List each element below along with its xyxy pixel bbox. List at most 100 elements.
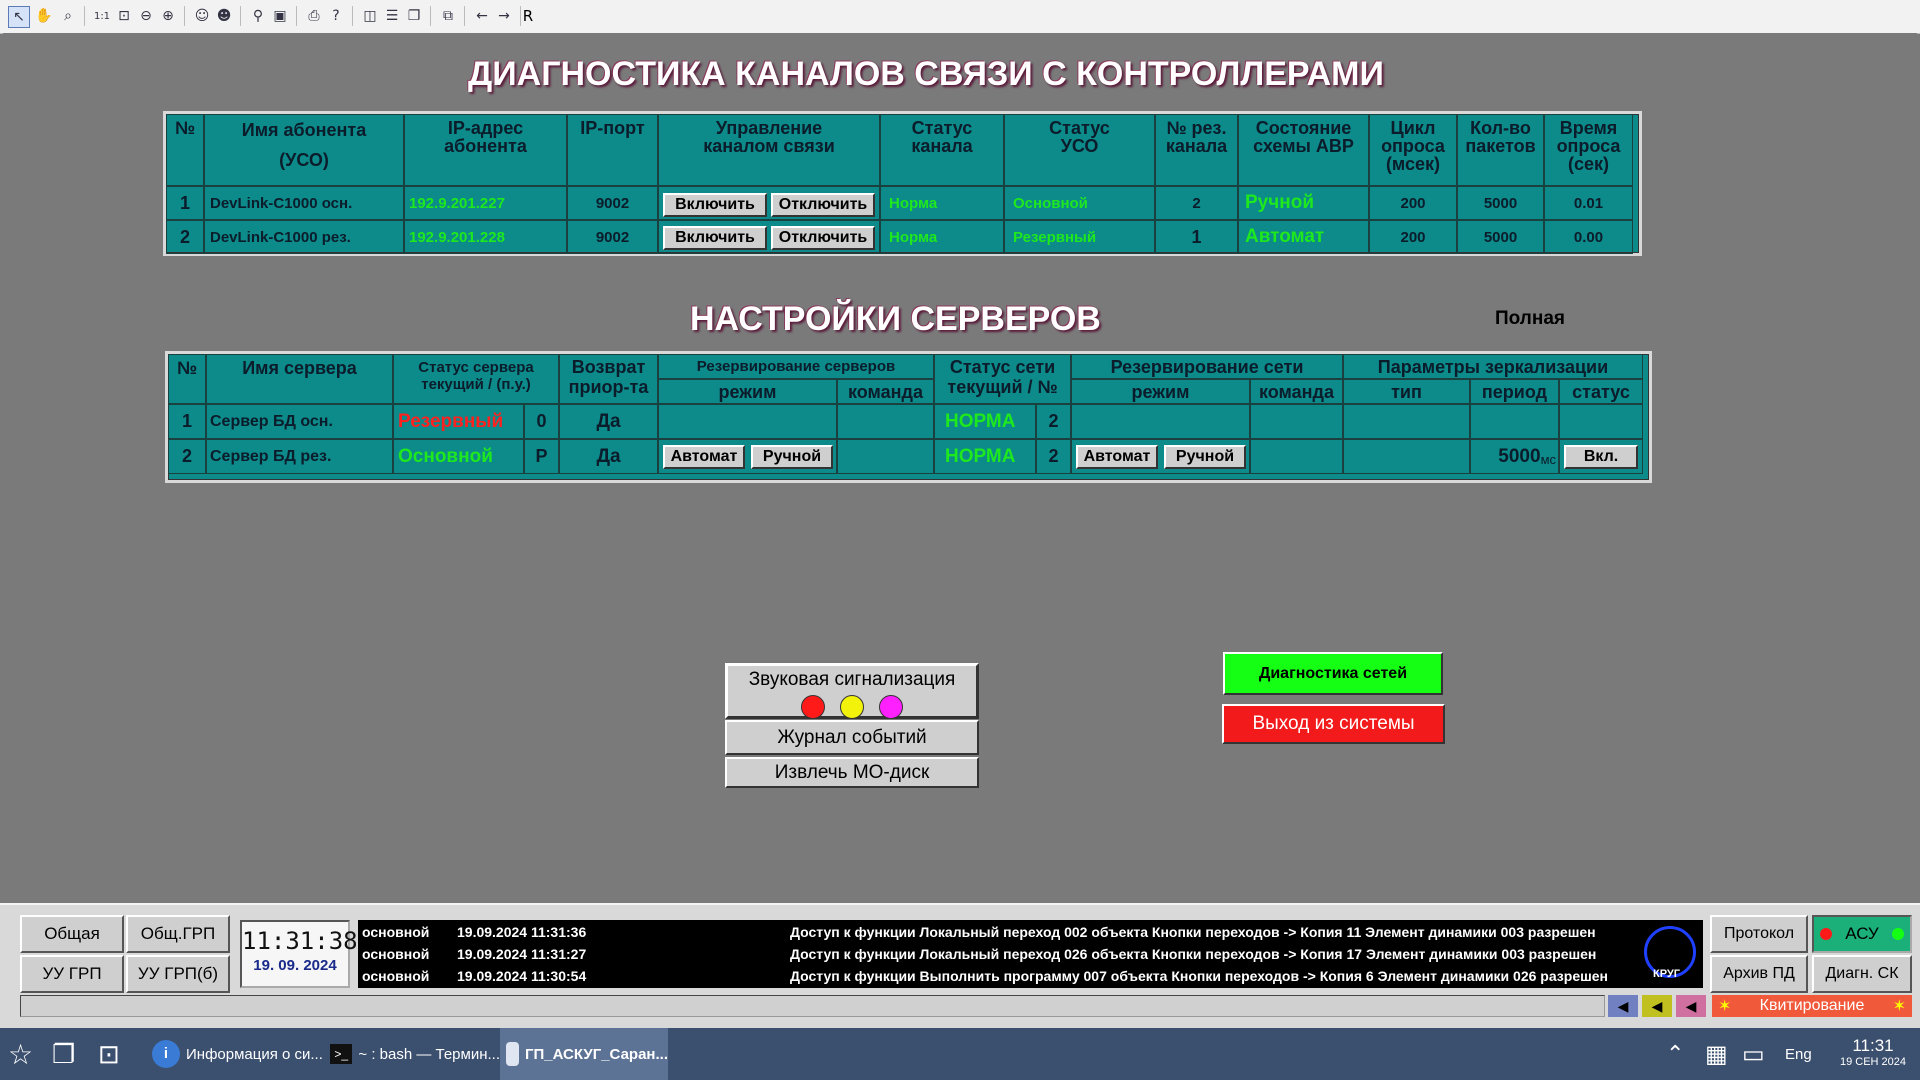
file-manager-icon[interactable]: ⊡ xyxy=(98,1028,120,1080)
logout-button[interactable]: Выход из системы xyxy=(1222,704,1445,744)
zoom-out-icon[interactable]: ⊖ xyxy=(136,6,156,26)
zoom-in-icon[interactable]: ⊕ xyxy=(158,6,178,26)
speaker-pink-icon[interactable]: ◀ xyxy=(1676,995,1706,1017)
hdr-mirror: Параметры зеркализации xyxy=(1343,354,1643,379)
forward-arrow-icon[interactable]: → xyxy=(494,6,514,26)
hdr-avr: Состояние схемы АВР xyxy=(1238,114,1369,186)
terminal-icon: >_ xyxy=(330,1044,353,1064)
enable-button[interactable]: Включить xyxy=(663,226,767,250)
zoom-fit-icon[interactable]: ⊡ xyxy=(114,6,134,26)
speaker-blue-icon[interactable]: ◀ xyxy=(1608,995,1638,1017)
server-status: Основной xyxy=(393,439,524,474)
hdr-server-status: Статус сервера текущий / (п.у.) xyxy=(393,354,559,404)
print-icon[interactable]: ⎙ xyxy=(304,6,324,26)
clock: 11:31:38 19. 09. 2024 xyxy=(240,920,358,988)
magenta-indicator-icon xyxy=(879,695,904,719)
acknowledge-button[interactable]: ✶ Квитирование ✶ xyxy=(1712,995,1912,1017)
eject-mo-disk-button[interactable]: Извлечь МО-диск xyxy=(725,757,979,788)
tray-grid-icon[interactable]: ▦ xyxy=(1705,1028,1728,1080)
protocol-button[interactable]: Протокол xyxy=(1710,915,1808,953)
srv-mode-cell xyxy=(658,404,837,439)
hand-icon[interactable]: ✋ xyxy=(34,6,54,26)
speaker-yellow-icon[interactable]: ◀ xyxy=(1642,995,1672,1017)
layout-rows-icon[interactable]: ☰ xyxy=(382,6,402,26)
subscriber-name: DevLink-C1000 осн. xyxy=(204,186,404,220)
network-diagnostics-button[interactable]: Диагностика сетей xyxy=(1223,652,1443,695)
log-message: Доступ к функции Выполнить программу 007… xyxy=(790,968,1609,984)
row-num: 2 xyxy=(166,220,204,254)
channels-title: ДИАГНОСТИКА КАНАЛОВ СВЯЗИ С КОНТРОЛЛЕРАМ… xyxy=(468,55,1384,93)
subscriber-name: DevLink-C1000 рез. xyxy=(204,220,404,254)
user-icon[interactable]: ☻ xyxy=(214,6,234,26)
sound-alarm-button[interactable]: Звуковая сигнализация xyxy=(725,663,979,719)
net-mode-cell xyxy=(1071,404,1250,439)
net-manual-button[interactable]: Ручной xyxy=(1164,445,1246,469)
poll-cycle: 200 xyxy=(1369,220,1457,254)
disable-button[interactable]: Отключить xyxy=(771,226,875,250)
server-pu: 0 xyxy=(524,404,559,439)
mirror-enable-button[interactable]: Вкл. xyxy=(1564,445,1638,469)
pointer-icon[interactable]: ↖ xyxy=(8,6,30,28)
net-auto-button[interactable]: Автомат xyxy=(1076,445,1158,469)
tray-clock[interactable]: 11:31 19 СЕН 2024 xyxy=(1830,1036,1916,1068)
channels-table: № Имя абонента (УСО) IP-адрес абонента I… xyxy=(163,111,1642,256)
users-icon[interactable]: ☺ xyxy=(192,6,212,26)
log-timestamp: 19.09.2024 11:30:54 xyxy=(457,968,587,984)
actual-size-icon[interactable]: 1:1 xyxy=(92,6,112,26)
event-log[interactable]: основной 19.09.2024 11:31:36 Доступ к фу… xyxy=(358,920,1703,988)
general-grp-button[interactable]: Общ.ГРП xyxy=(126,915,230,953)
screen-icon[interactable]: ▣ xyxy=(270,6,290,26)
alarm-spark-icon: ✶ xyxy=(1892,998,1906,1015)
task-terminal[interactable]: >_ ~ : bash — Термин... xyxy=(330,1028,500,1080)
general-button[interactable]: Общая xyxy=(20,915,124,953)
event-journal-button[interactable]: Журнал событий xyxy=(725,720,979,755)
language-indicator[interactable]: Eng xyxy=(1785,1028,1812,1080)
asu-indicator: АСУ xyxy=(1812,915,1912,953)
uu-grp6-button[interactable]: УУ ГРП(б) xyxy=(126,955,230,993)
srv-auto-button[interactable]: Автомат xyxy=(663,445,745,469)
help-icon[interactable]: ? xyxy=(326,6,346,26)
server-name: Сервер БД осн. xyxy=(206,404,393,439)
task-info[interactable]: i Информация о си... xyxy=(152,1028,324,1080)
disable-button[interactable]: Отключить xyxy=(771,193,875,217)
back-arrow-icon[interactable]: ← xyxy=(472,6,492,26)
ip-address: 192.9.201.227 xyxy=(404,186,567,220)
mirror-period-value: 5000 xyxy=(1498,445,1541,467)
hdr-port: IP-порт xyxy=(567,114,658,186)
tray-date: 19 СЕН 2024 xyxy=(1839,1056,1907,1068)
bottom-panel: Общая Общ.ГРП УУ ГРП УУ ГРП(б) 11:31:38 … xyxy=(0,903,1920,1030)
uu-grp-button[interactable]: УУ ГРП xyxy=(20,955,124,993)
window-switch-icon[interactable]: ⧉ xyxy=(438,6,458,26)
hdr-server-name: Имя сервера xyxy=(206,354,393,404)
log-timestamp: 19.09.2024 11:31:36 xyxy=(457,924,587,940)
tray-up-arrow-icon[interactable]: ⌃ xyxy=(1666,1028,1684,1080)
net-command-cell xyxy=(1250,439,1343,474)
start-star-icon[interactable]: ☆ xyxy=(8,1028,33,1080)
magnifier-icon[interactable]: ⌕ xyxy=(58,6,78,26)
askug-app-icon xyxy=(506,1042,519,1066)
r-button[interactable]: R xyxy=(518,6,538,26)
green-status-icon xyxy=(1892,928,1904,940)
diag-sk-button[interactable]: Диагн. СК xyxy=(1812,955,1912,993)
poll-time: 0.01 xyxy=(1544,186,1633,220)
hdr-num: № xyxy=(168,354,206,404)
poll-time: 0.00 xyxy=(1544,220,1633,254)
server-name: Сервер БД рез. xyxy=(206,439,393,474)
task-askug[interactable]: ГП_АСКУГ_Саран... xyxy=(500,1028,668,1080)
enable-button[interactable]: Включить xyxy=(663,193,767,217)
ip-port: 9002 xyxy=(567,220,658,254)
windows-icon[interactable]: ❐ xyxy=(404,6,424,26)
poll-cycle: 200 xyxy=(1369,186,1457,220)
server-pu: Р xyxy=(524,439,559,474)
layout-columns-icon[interactable]: ◫ xyxy=(360,6,380,26)
packet-count: 5000 xyxy=(1457,220,1544,254)
archive-pd-button[interactable]: Архив ПД xyxy=(1710,955,1808,993)
uso-status: Основной xyxy=(1004,186,1155,220)
tray-network-icon[interactable]: ▭ xyxy=(1742,1028,1765,1080)
control-cell: Включить Отключить xyxy=(658,220,880,254)
desktop-icon[interactable]: ❐ xyxy=(52,1028,75,1080)
packet-count: 5000 xyxy=(1457,186,1544,220)
binoculars-icon[interactable]: ⚲ xyxy=(248,6,268,26)
srv-manual-button[interactable]: Ручной xyxy=(751,445,833,469)
priority-return: Да xyxy=(559,404,658,439)
